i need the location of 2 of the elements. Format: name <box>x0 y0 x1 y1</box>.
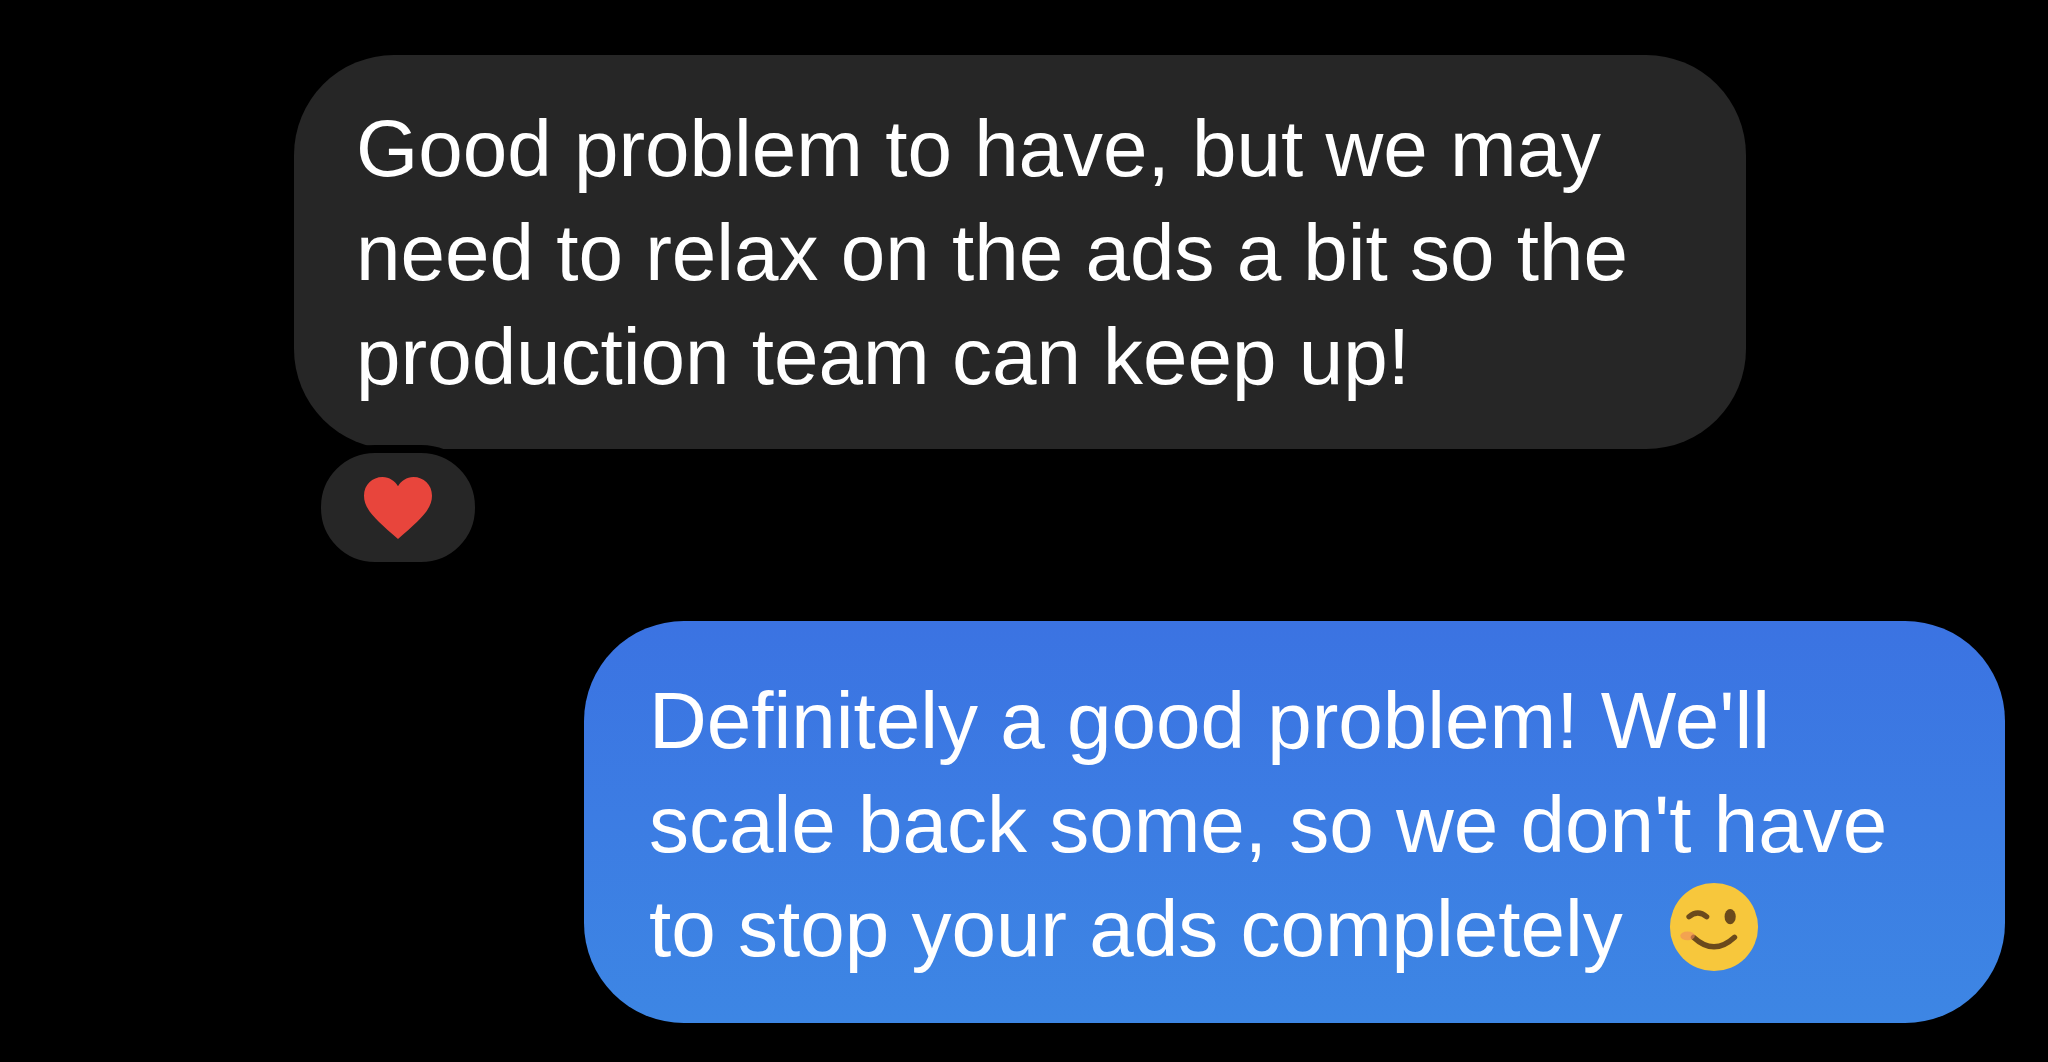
message-text: Definitely a good problem! We'll scale back some, so we don't have to stop your ads completely <box>649 676 1888 973</box>
message-text: Good problem to have, but we may need to relax on the ads a bit so the production team can keep up! <box>356 104 1628 401</box>
